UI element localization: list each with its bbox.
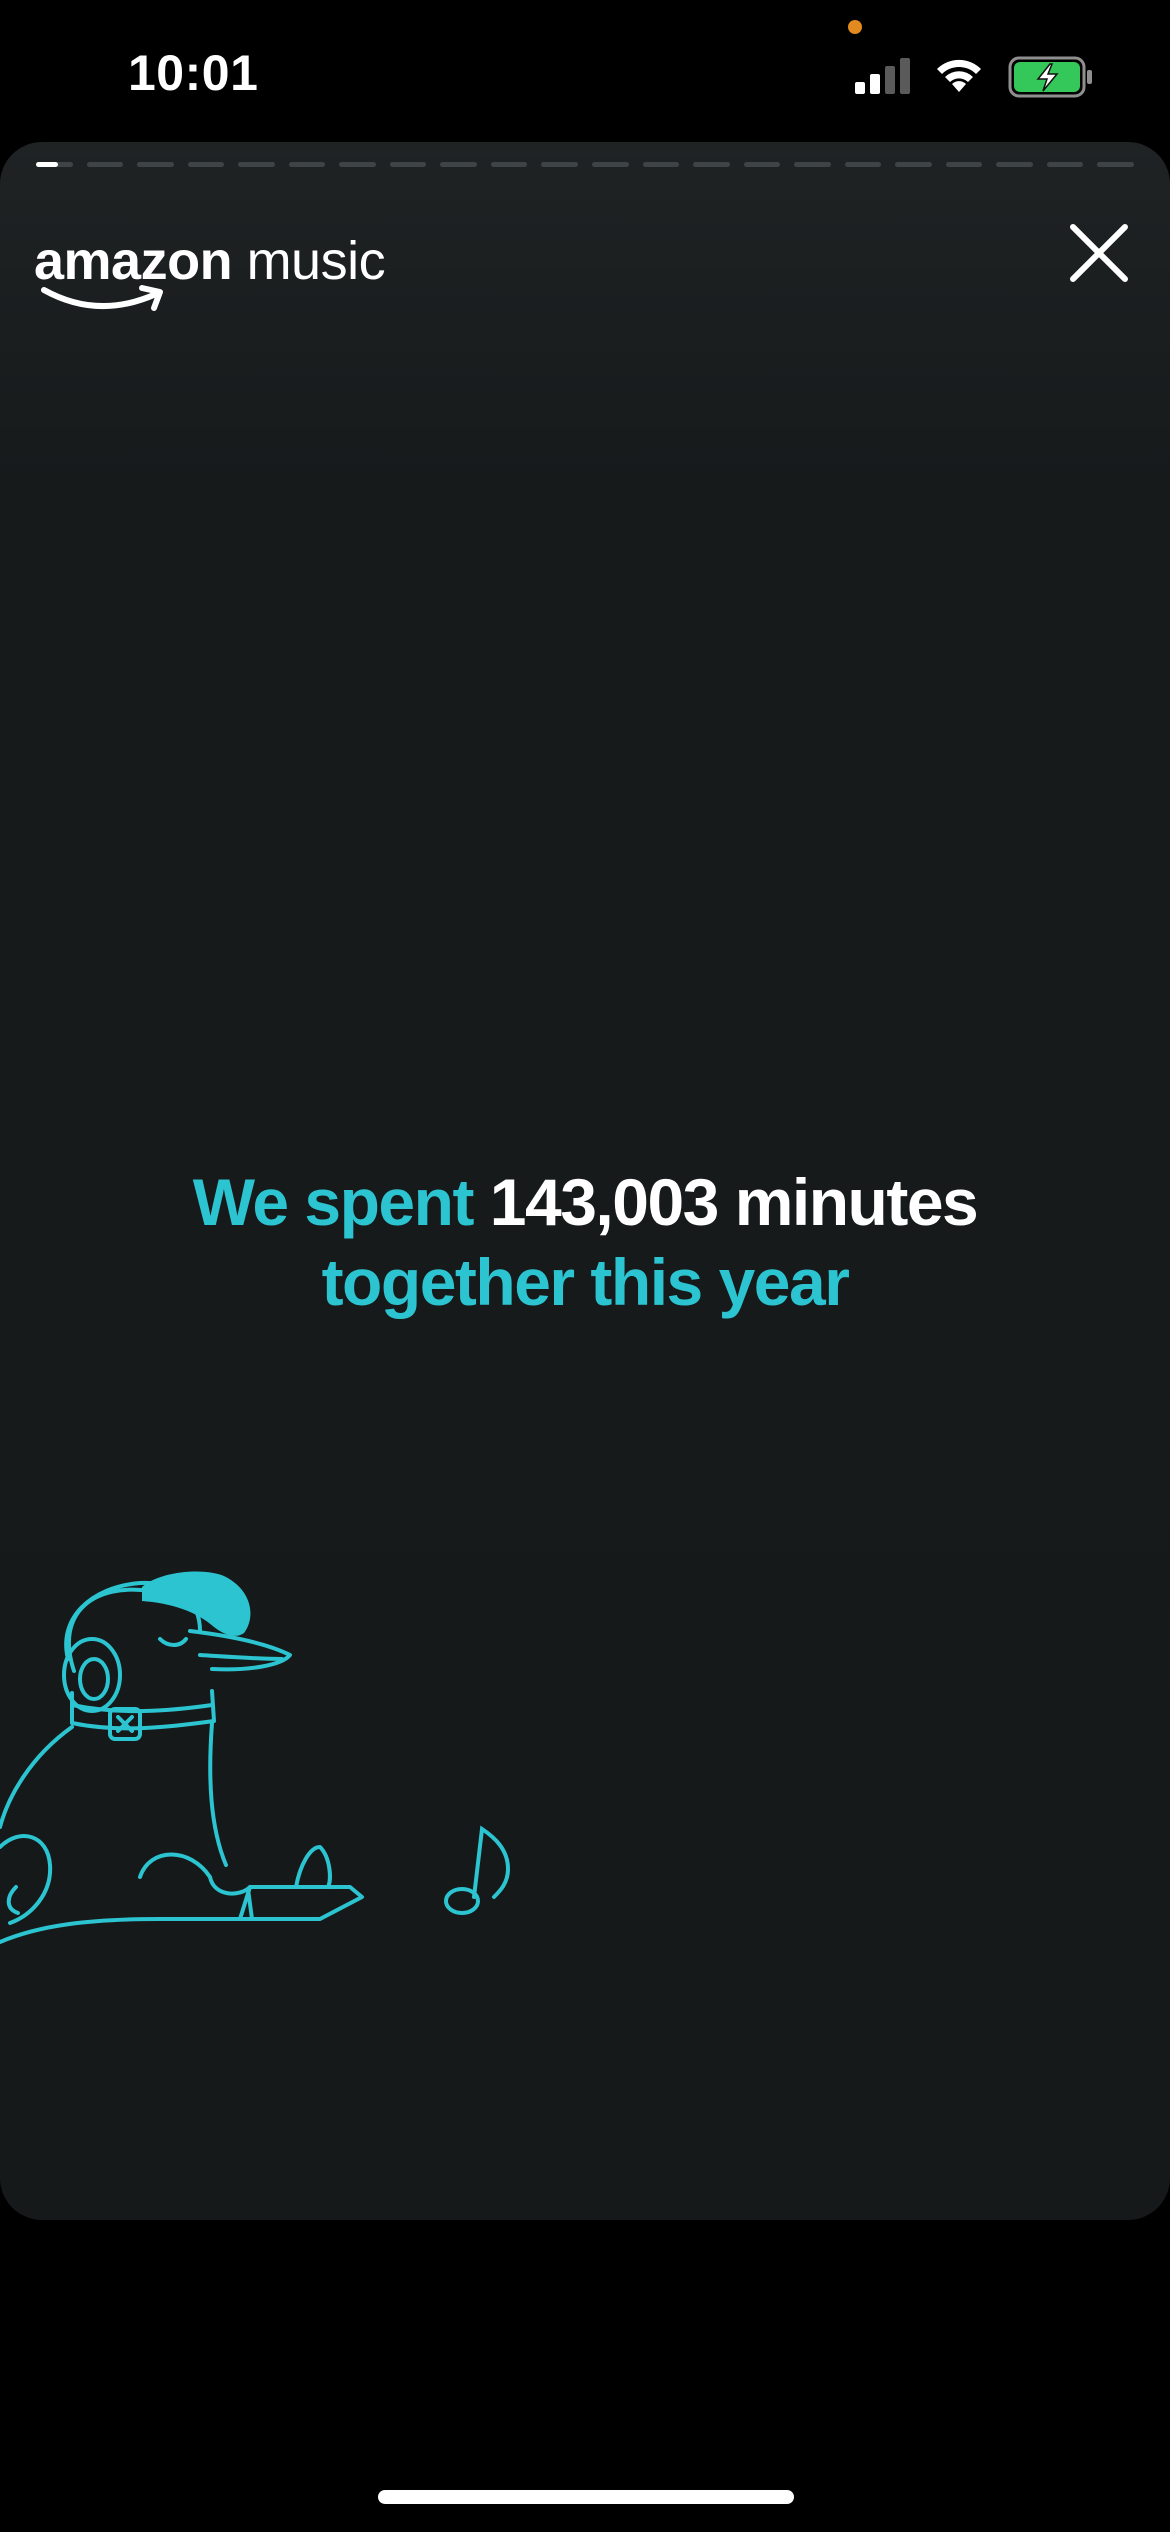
story-progress-bar <box>36 162 1135 168</box>
close-icon <box>1070 224 1128 282</box>
progress-segment <box>137 162 174 167</box>
progress-segment <box>490 162 528 167</box>
privacy-indicator-dot <box>848 20 862 34</box>
brand-name-light: music <box>232 231 386 291</box>
progress-segment <box>440 162 477 167</box>
progress-segment <box>1046 162 1084 167</box>
progress-segment <box>945 162 983 167</box>
progress-segment <box>996 162 1033 167</box>
progress-segment <box>238 162 275 167</box>
progress-segment <box>794 162 831 167</box>
story-card[interactable]: amazon music We spent 143,003 minutes to… <box>0 142 1170 2220</box>
progress-segment <box>693 162 730 167</box>
progress-segment <box>743 162 781 167</box>
progress-segment <box>36 162 73 167</box>
status-time: 10:01 <box>128 45 259 101</box>
music-note-icon <box>444 1825 511 1915</box>
progress-segment <box>1097 162 1135 167</box>
amazon-music-logo: amazon music <box>34 222 386 312</box>
bird-with-headphones-illustration <box>0 1571 511 1944</box>
wifi-icon <box>937 59 981 92</box>
status-bar: 10:01 <box>0 0 1170 140</box>
progress-segment <box>339 162 376 167</box>
progress-segment <box>86 162 124 167</box>
progress-segment <box>844 162 882 167</box>
progress-segment <box>389 162 427 167</box>
amazon-smile-icon <box>41 285 163 311</box>
progress-segment-fill <box>36 162 58 167</box>
progress-segment <box>642 162 680 167</box>
signal-icon <box>855 58 910 94</box>
close-button[interactable] <box>1060 214 1138 292</box>
headline-part2: together this year <box>321 1245 850 1319</box>
progress-segment <box>592 162 629 167</box>
battery-charging-icon <box>1008 56 1092 98</box>
minutes-headline: We spent 143,003 minutes together this y… <box>0 1162 1170 1322</box>
progress-segment <box>895 162 932 167</box>
progress-segment <box>187 162 225 167</box>
headline-part1: We spent <box>192 1165 490 1239</box>
progress-segment <box>288 162 326 167</box>
minutes-value: 143,003 minutes <box>489 1165 979 1239</box>
home-indicator[interactable] <box>378 2490 794 2504</box>
progress-segment <box>541 162 579 167</box>
